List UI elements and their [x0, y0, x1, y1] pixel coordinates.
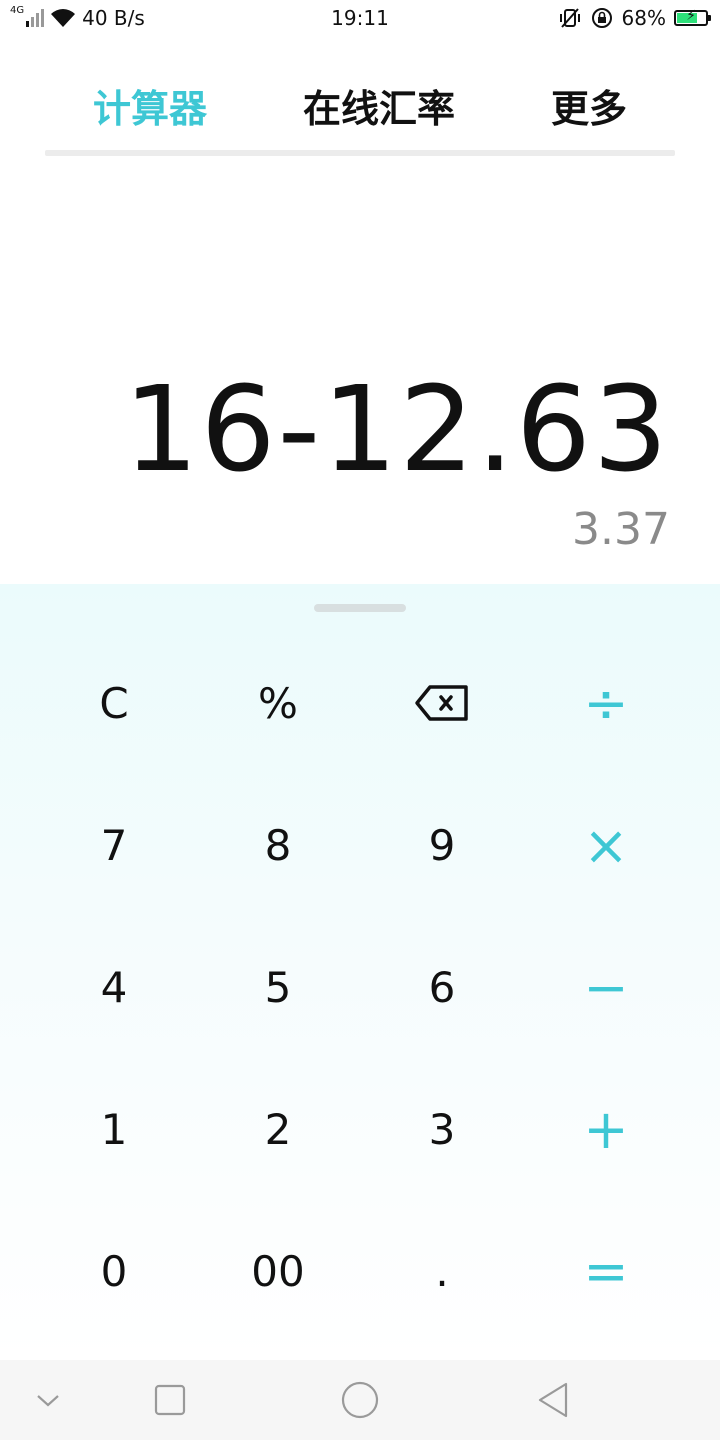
nav-hide-button[interactable] — [8, 1360, 88, 1440]
key-3[interactable]: 3 — [360, 1058, 524, 1200]
battery-percent: 68% — [621, 6, 666, 30]
keypad: C % ÷ 7 8 9 × 4 5 6 − 1 2 3 + 0 00 . = — [0, 584, 720, 1360]
key-5[interactable]: 5 — [196, 916, 360, 1058]
key-0[interactable]: 0 — [32, 1200, 196, 1342]
key-1[interactable]: 1 — [32, 1058, 196, 1200]
key-decimal[interactable]: . — [360, 1200, 524, 1342]
back-triangle-icon — [538, 1382, 568, 1418]
key-2[interactable]: 2 — [196, 1058, 360, 1200]
keypad-drag-handle[interactable] — [314, 604, 406, 612]
tab-divider — [45, 150, 675, 156]
tab-exchange-rate[interactable]: 在线汇率 — [303, 78, 455, 133]
key-backspace[interactable] — [360, 632, 524, 774]
status-bar: 4G 40 B/s 19:11 68% ⚡ — [0, 0, 720, 38]
nav-back-button[interactable] — [514, 1360, 594, 1440]
key-percent[interactable]: % — [196, 632, 360, 774]
key-equals[interactable]: = — [524, 1200, 688, 1342]
key-6[interactable]: 6 — [360, 916, 524, 1058]
tab-more[interactable]: 更多 — [551, 78, 627, 133]
home-circle-icon — [341, 1381, 379, 1419]
result-display: 3.37 — [572, 504, 670, 555]
key-4[interactable]: 4 — [32, 916, 196, 1058]
key-9[interactable]: 9 — [360, 774, 524, 916]
nav-home-button[interactable] — [320, 1360, 400, 1440]
key-divide[interactable]: ÷ — [524, 632, 688, 774]
key-clear[interactable]: C — [32, 632, 196, 774]
key-8[interactable]: 8 — [196, 774, 360, 916]
key-00[interactable]: 00 — [196, 1200, 360, 1342]
navigation-bar — [0, 1360, 720, 1440]
status-right: 68% ⚡ — [558, 6, 711, 30]
chevron-down-icon — [37, 1395, 59, 1407]
calculator-screen: 4G 40 B/s 19:11 68% ⚡ 计算器 在线汇率 更多 16-12.… — [0, 0, 720, 1440]
nav-recents-button[interactable] — [130, 1360, 210, 1440]
tab-calculator[interactable]: 计算器 — [93, 78, 207, 133]
backspace-icon — [415, 685, 468, 721]
expression-display: 16-12.63 — [123, 360, 670, 498]
key-subtract[interactable]: − — [524, 916, 688, 1058]
tab-bar: 计算器 在线汇率 更多 — [45, 78, 675, 158]
vibrate-icon — [559, 8, 580, 28]
key-multiply[interactable]: × — [524, 774, 688, 916]
rotation-lock-icon — [591, 8, 612, 28]
battery-charging-icon: ⚡ — [674, 8, 711, 26]
key-add[interactable]: + — [524, 1058, 688, 1200]
recents-square-icon — [154, 1384, 186, 1416]
key-7[interactable]: 7 — [32, 774, 196, 916]
